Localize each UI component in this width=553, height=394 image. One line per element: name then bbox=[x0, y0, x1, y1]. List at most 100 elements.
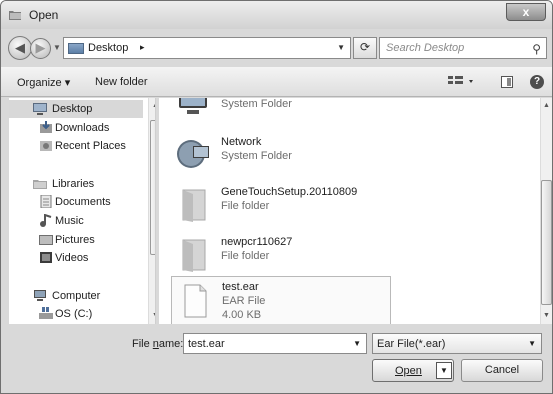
file-name-label-text: File bbox=[132, 338, 153, 350]
address-bar[interactable]: Desktop ▸ ▼ bbox=[63, 37, 351, 59]
sidebar-item-computer[interactable]: Computer bbox=[9, 287, 143, 305]
computer-icon bbox=[179, 98, 207, 114]
address-location[interactable]: Desktop bbox=[88, 42, 128, 54]
file-list-scrollbar[interactable]: ▲ ▼ bbox=[540, 98, 552, 324]
list-item[interactable]: newpcr110627 File folder bbox=[171, 230, 541, 276]
help-icon[interactable]: ? bbox=[530, 75, 544, 89]
open-file-dialog: Open x ◀ ▶ ▼ Desktop ▸ ▼ ⟳ Search Deskto… bbox=[0, 0, 553, 394]
cancel-button[interactable]: Cancel bbox=[461, 359, 543, 382]
back-arrow-icon: ◀ bbox=[15, 40, 25, 55]
sidebar-item-label: Pictures bbox=[55, 234, 95, 246]
recent-places-icon bbox=[40, 141, 52, 151]
command-bar: Organize ▾ New folder ? bbox=[1, 67, 552, 97]
list-item[interactable]: Network System Folder bbox=[171, 130, 541, 176]
sidebar-item-pictures[interactable]: Pictures bbox=[9, 231, 143, 249]
file-name-label: File name: bbox=[132, 338, 183, 350]
documents-icon bbox=[40, 195, 52, 208]
sidebar-item-label: Downloads bbox=[55, 122, 110, 134]
scrollbar-thumb[interactable] bbox=[541, 180, 552, 305]
file-name-input[interactable]: test.ear ▼ bbox=[183, 333, 367, 354]
scroll-down-icon[interactable]: ▼ bbox=[152, 312, 155, 319]
sidebar-item-label: Desktop bbox=[52, 103, 93, 115]
recent-locations-dropdown-icon[interactable]: ▼ bbox=[53, 43, 61, 52]
sidebar-item-label: Computer bbox=[52, 290, 101, 302]
navigation-pane[interactable]: Desktop Downloads Recent Places Librarie… bbox=[9, 98, 156, 324]
sidebar-item-videos[interactable]: Videos bbox=[9, 249, 143, 267]
refresh-button[interactable]: ⟳ bbox=[353, 37, 377, 59]
list-item[interactable]: System Folder bbox=[171, 98, 541, 124]
chevron-down-icon[interactable]: ▼ bbox=[353, 339, 361, 348]
file-name-label-text-end: ame: bbox=[158, 338, 184, 350]
new-folder-button[interactable]: New folder bbox=[95, 76, 148, 88]
sidebar-item-libraries[interactable]: Libraries bbox=[9, 175, 143, 193]
drive-icon bbox=[39, 307, 53, 319]
breadcrumb-chevron-icon[interactable]: ▸ bbox=[140, 42, 145, 53]
dialog-title: Open bbox=[29, 8, 59, 22]
sidebar-item-documents[interactable]: Documents bbox=[9, 193, 143, 211]
pictures-icon bbox=[39, 235, 53, 245]
list-item-selected[interactable]: test.ear EAR File 4.00 KB bbox=[171, 276, 391, 324]
sidebar-item-label: Music bbox=[55, 215, 84, 227]
list-item[interactable]: GeneTouchSetup.20110809 File folder bbox=[171, 180, 541, 226]
file-list[interactable]: System Folder Network System Folder Gene… bbox=[159, 98, 552, 324]
desktop-icon bbox=[68, 43, 84, 54]
search-icon[interactable]: ⚲ bbox=[532, 42, 541, 56]
music-icon bbox=[40, 214, 52, 227]
sidebar-item-desktop[interactable]: Desktop bbox=[9, 100, 143, 118]
scroll-up-icon[interactable]: ▲ bbox=[152, 102, 155, 109]
refresh-icon: ⟳ bbox=[359, 40, 371, 54]
forward-button[interactable]: ▶ bbox=[30, 38, 51, 59]
change-view-icon[interactable] bbox=[447, 75, 477, 89]
file-name: Network bbox=[221, 136, 262, 148]
downloads-icon bbox=[40, 121, 52, 133]
search-input[interactable]: Search Desktop ⚲ bbox=[379, 37, 547, 59]
chevron-down-icon[interactable]: ▼ bbox=[528, 339, 536, 348]
open-options-dropdown-icon[interactable]: ▼ bbox=[436, 362, 452, 379]
close-button[interactable]: x bbox=[506, 3, 546, 21]
file-type: File folder bbox=[221, 200, 270, 212]
sidebar-item-label: Documents bbox=[55, 196, 111, 208]
address-row: ◀ ▶ ▼ Desktop ▸ ▼ ⟳ Search Desktop ⚲ bbox=[1, 35, 552, 61]
forward-arrow-icon: ▶ bbox=[35, 40, 46, 55]
desktop-icon bbox=[33, 103, 47, 115]
sidebar-item-label: Videos bbox=[55, 252, 89, 264]
close-icon: x bbox=[522, 5, 530, 19]
folder-icon bbox=[182, 239, 206, 272]
file-name: newpcr110627 bbox=[221, 236, 293, 248]
title-bar: Open x bbox=[1, 1, 552, 29]
back-button[interactable]: ◀ bbox=[8, 36, 32, 60]
file-type: System Folder bbox=[221, 150, 292, 162]
file-type: File folder bbox=[221, 250, 270, 262]
scrollbar-thumb[interactable] bbox=[150, 120, 155, 255]
organize-button[interactable]: Organize ▾ bbox=[17, 76, 70, 89]
sidebar-item-music[interactable]: Music bbox=[9, 212, 143, 230]
file-size: 4.00 KB bbox=[222, 309, 262, 321]
sidebar-item-downloads[interactable]: Downloads bbox=[9, 119, 143, 137]
sidebar-item-label: Recent Places bbox=[55, 140, 126, 152]
address-dropdown-icon[interactable]: ▼ bbox=[337, 43, 345, 52]
videos-icon bbox=[40, 252, 52, 263]
sidebar-item-label: OS (C:) bbox=[55, 308, 93, 320]
computer-icon bbox=[34, 290, 46, 301]
libraries-icon bbox=[33, 180, 47, 189]
file-icon bbox=[184, 284, 207, 318]
open-button-label: Open bbox=[395, 365, 422, 377]
open-button[interactable]: Open ▼ bbox=[372, 359, 454, 382]
sidebar-item-label: Libraries bbox=[52, 178, 95, 190]
sidebar-item-recent-places[interactable]: Recent Places bbox=[9, 137, 143, 155]
scroll-down-icon[interactable]: ▼ bbox=[543, 312, 550, 319]
file-type-filter-value[interactable]: Ear File(*.ear) bbox=[377, 338, 445, 350]
scroll-up-icon[interactable]: ▲ bbox=[543, 102, 550, 109]
file-type: EAR File bbox=[222, 295, 266, 307]
navigation-scrollbar[interactable]: ▲ ▼ bbox=[148, 98, 155, 324]
sidebar-item-os-c[interactable]: OS (C:) bbox=[9, 305, 143, 323]
file-type: System Folder bbox=[221, 98, 292, 110]
file-type-filter-select[interactable]: Ear File(*.ear) ▼ bbox=[372, 333, 542, 354]
search-placeholder: Search Desktop bbox=[386, 42, 465, 54]
file-name: GeneTouchSetup.20110809 bbox=[221, 186, 358, 198]
dialog-icon bbox=[9, 11, 21, 20]
folder-icon bbox=[182, 189, 206, 222]
preview-pane-icon[interactable] bbox=[501, 76, 513, 88]
network-icon bbox=[177, 140, 209, 168]
file-name-value[interactable]: test.ear bbox=[188, 338, 225, 350]
